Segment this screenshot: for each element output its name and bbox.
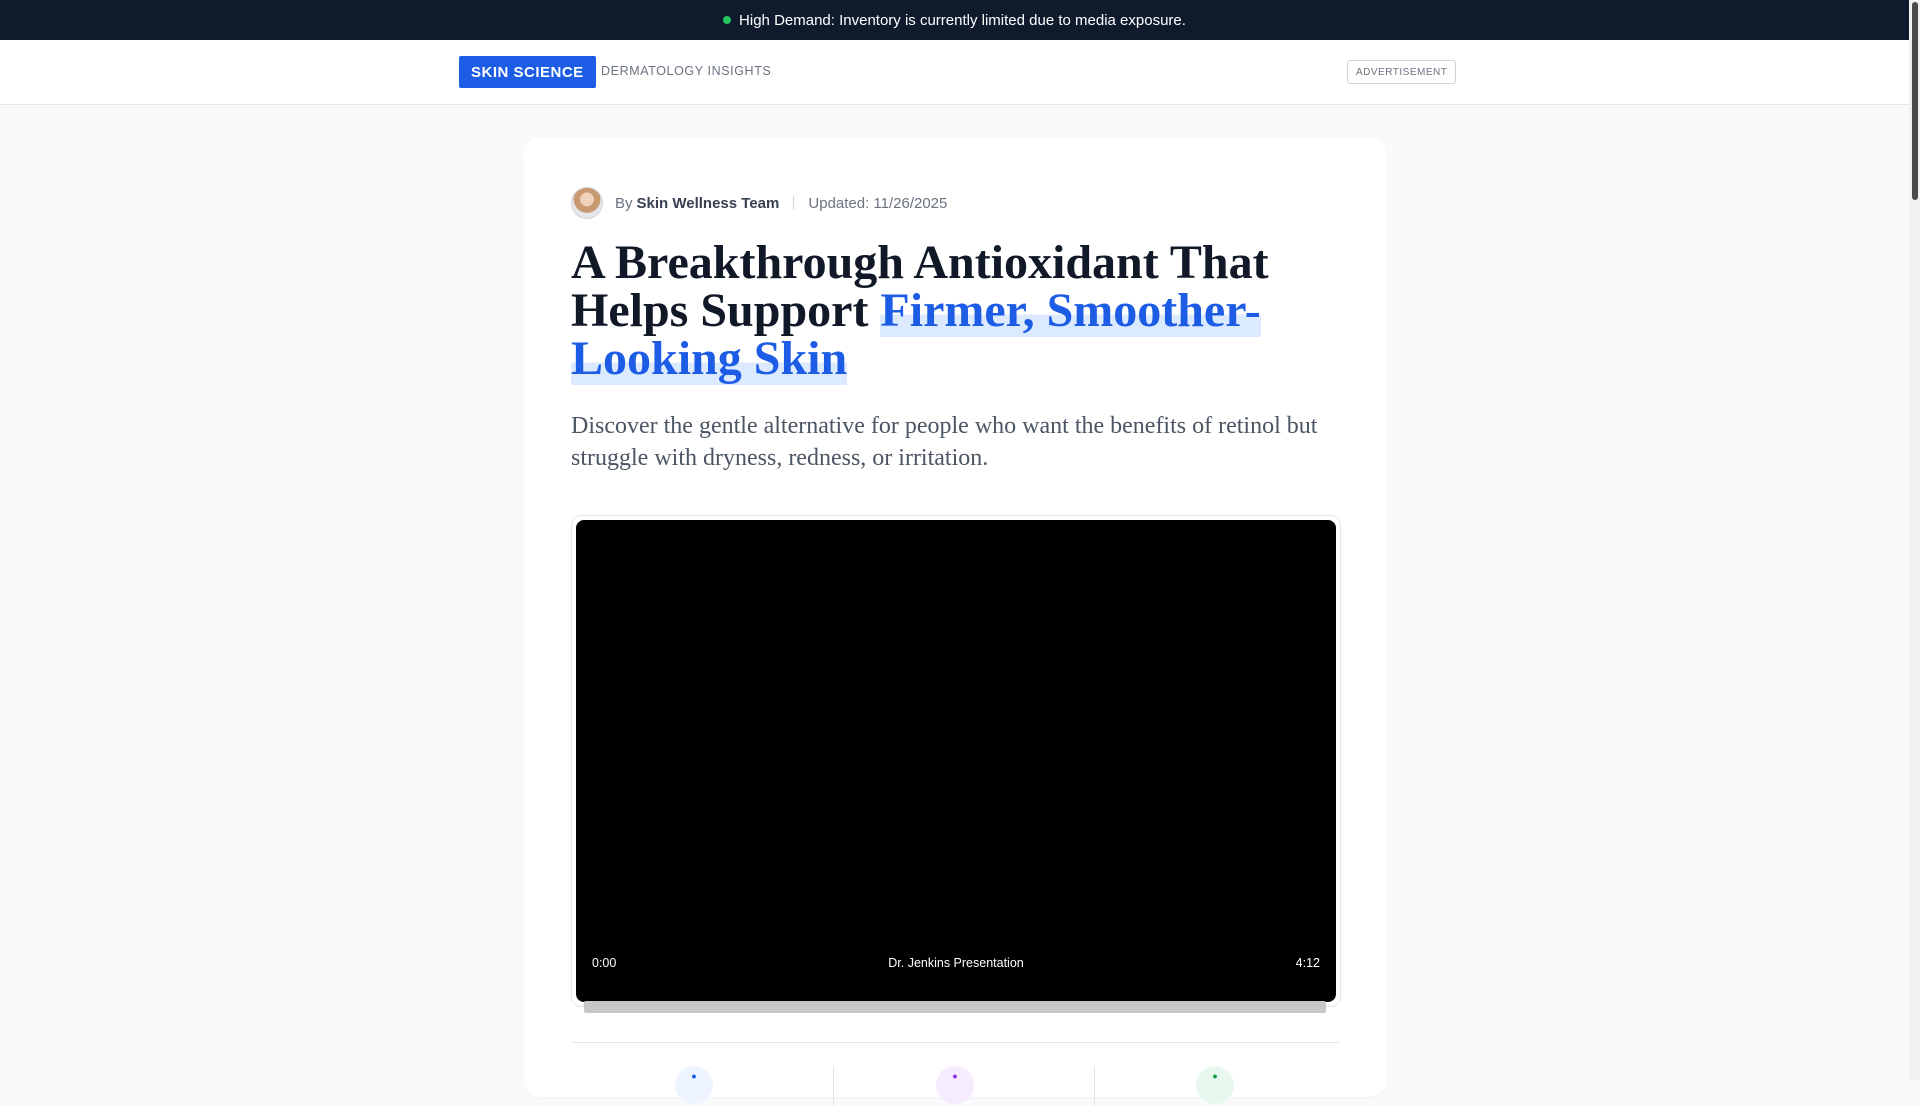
- video-progress-bar[interactable]: [584, 1001, 1326, 1013]
- video-caption: Dr. Jenkins Presentation: [888, 956, 1024, 970]
- brand-logo[interactable]: SKIN SCIENCE: [459, 56, 596, 88]
- site-tagline: DERMATOLOGY INSIGHTS: [601, 64, 772, 78]
- stat-icon-green: •: [1196, 1066, 1234, 1104]
- banner-text: High Demand: Inventory is currently limi…: [739, 11, 1186, 29]
- article-headline: A Breakthrough Antioxidant That Helps Su…: [571, 239, 1351, 385]
- article-card: By Skin Wellness Team Updated: 11/26/202…: [523, 137, 1387, 1097]
- status-dot-icon: [723, 16, 732, 24]
- video-frame: 0:00 Dr. Jenkins Presentation 4:12: [571, 515, 1341, 1007]
- video-duration: 4:12: [1295, 956, 1320, 970]
- stats-divider: [571, 1042, 1339, 1043]
- advertisement-badge: ADVERTISEMENT: [1347, 60, 1457, 84]
- stat-separator: [1094, 1066, 1095, 1106]
- scrollbar-thumb[interactable]: [1912, 2, 1918, 200]
- author-avatar: [571, 187, 603, 219]
- byline-prefix: By: [615, 194, 633, 212]
- author-name: Skin Wellness Team: [636, 194, 780, 212]
- stat-icon-blue: •: [675, 1066, 713, 1104]
- article-subheadline: Discover the gentle alternative for peop…: [571, 413, 1318, 471]
- byline-separator: [793, 196, 795, 210]
- video-player[interactable]: 0:00 Dr. Jenkins Presentation 4:12: [576, 520, 1336, 1002]
- stat-separator: [833, 1066, 834, 1106]
- byline: By Skin Wellness Team Updated: 11/26/202…: [571, 187, 947, 219]
- announcement-banner: High Demand: Inventory is currently limi…: [0, 0, 1909, 40]
- site-header: SKIN SCIENCE DERMATOLOGY INSIGHTS ADVERT…: [0, 40, 1909, 105]
- stat-icon-purple: •: [936, 1066, 974, 1104]
- page-scrollbar[interactable]: [1909, 0, 1920, 1080]
- updated-date: Updated: 11/26/2025: [808, 194, 948, 212]
